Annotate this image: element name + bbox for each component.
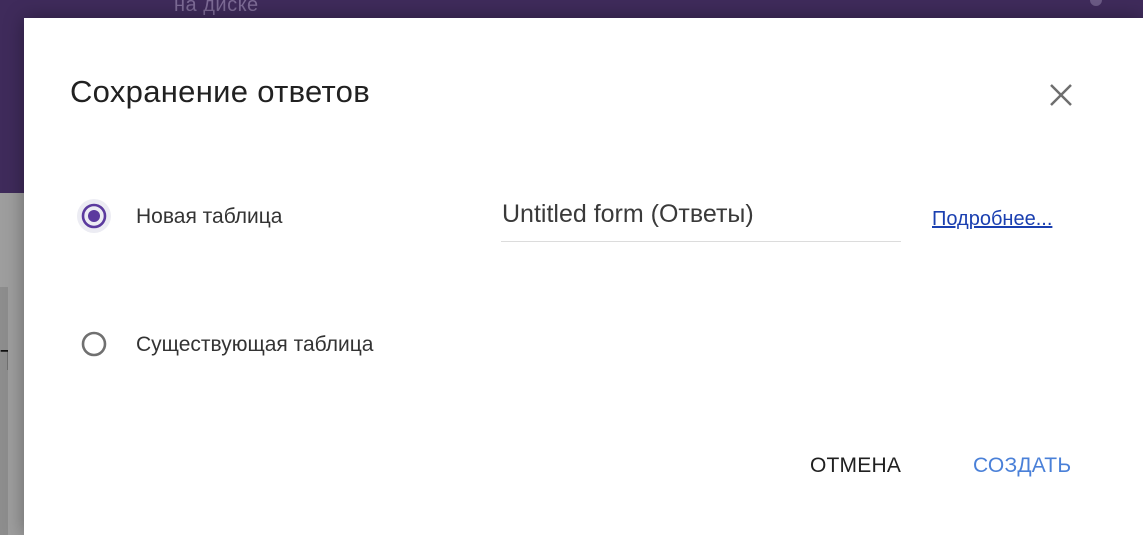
header-icon [1090,0,1102,6]
cancel-button[interactable]: ОТМЕНА [810,454,901,478]
radio-selected-icon[interactable] [74,196,114,236]
learn-more-link[interactable]: Подробнее... [932,208,1052,231]
radio-label-new-spreadsheet: Новая таблица [136,205,283,228]
close-button[interactable] [1039,73,1083,117]
radio-unselected-icon[interactable] [74,324,114,364]
radio-label-existing-spreadsheet: Существующая таблица [136,333,374,356]
spreadsheet-name-input[interactable]: Untitled form (Ответы) [501,198,901,242]
spreadsheet-name-value: Untitled form (Ответы) [502,200,754,228]
page-edge [0,287,8,535]
page-text-fragment: T [0,350,8,372]
dialog-title: Сохранение ответов [70,74,370,109]
close-icon [1050,84,1072,106]
create-button[interactable]: СОЗДАТЬ [973,454,1071,478]
header-text: на диске [174,0,259,16]
save-responses-dialog: Сохранение ответов Новая таблица Untitle… [24,18,1143,535]
